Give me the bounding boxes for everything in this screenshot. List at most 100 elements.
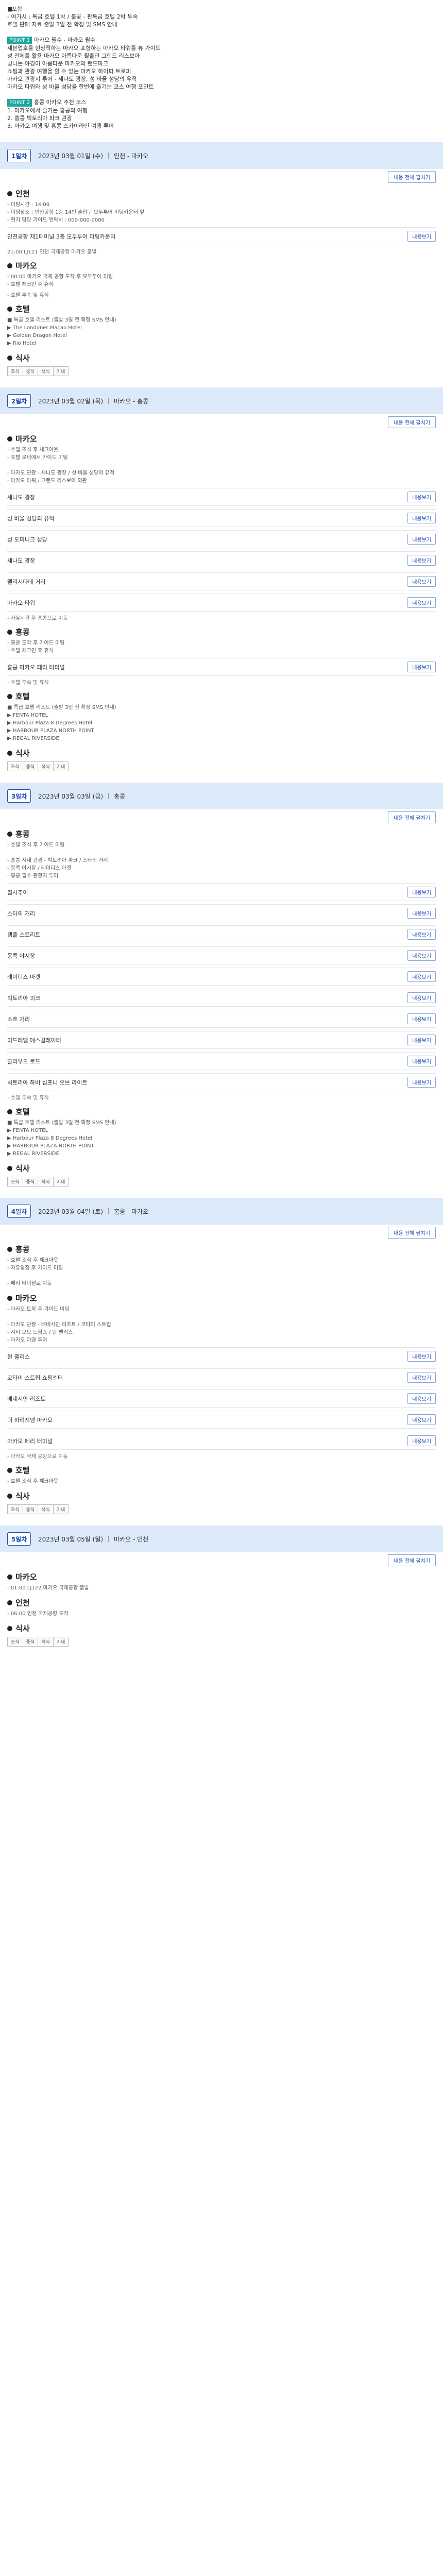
- expand-all-button[interactable]: 내용 전체 펼치기: [388, 1227, 436, 1239]
- section-info: - 호텔 조식 후 체크아웃 - 호텔 로비에서 가이드 미팅 - 마카오 관광 …: [7, 446, 436, 485]
- place-label: 마카오 타워: [7, 599, 36, 606]
- meal-tag: 석식: [38, 1637, 54, 1647]
- place-label: 성 도미니크 성당: [7, 536, 47, 543]
- meal-tag: 중식: [22, 1504, 39, 1514]
- section-note: - 호텔 투숙 및 휴식: [7, 680, 49, 686]
- detail-button[interactable]: 내용보기: [407, 1393, 436, 1404]
- place-label: 소호 거리: [7, 1015, 30, 1023]
- expand-all-button[interactable]: 내용 전체 펼치기: [388, 171, 436, 183]
- detail-button[interactable]: 내용보기: [407, 929, 436, 940]
- schedule-section: 홍콩 - 홍콩 도착 후 가이드 미팅 - 호텔 체크인 후 휴식 홍콩 마카오 페리…: [0, 626, 443, 686]
- info-line: - 마카오 도착 후 가이드 미팅: [7, 1307, 70, 1312]
- meal-tag: 중식: [22, 1177, 39, 1187]
- info-line: - 미팅장소 : 인천공항 1층 14번 출입구 모두투어 미팅카운터 앞: [7, 210, 145, 215]
- detail-button[interactable]: 내용보기: [407, 513, 436, 523]
- detail-button[interactable]: 내용보기: [407, 1414, 436, 1425]
- section-note: - 마카오 국제 공항으로 이동: [7, 1454, 68, 1460]
- day-date: 2023년 03월 01일 (수): [38, 152, 104, 160]
- schedule-section: 식사 조식 중식 석식 기내: [0, 1163, 443, 1187]
- place-row: 더 파리지앵 마카오 내용보기: [7, 1411, 436, 1429]
- detail-button[interactable]: 내용보기: [407, 597, 436, 608]
- day-route: 홍콩 - 마카오: [114, 1208, 149, 1215]
- meal-tag: 조식: [7, 1504, 23, 1514]
- detail-button[interactable]: 내용보기: [407, 1077, 436, 1088]
- detail-button[interactable]: 내용보기: [407, 1035, 436, 1045]
- section-title-text: 홍콩: [15, 829, 30, 839]
- meal-tag: 중식: [22, 366, 39, 376]
- expand-all-button[interactable]: 내용 전체 펼치기: [388, 811, 436, 823]
- detail-button[interactable]: 내용보기: [407, 1435, 436, 1446]
- schedule-section: 홍콩 - 호텔 조식 후 가이드 미팅 - 홍콩 시내 관광 - 빅토리아 파크 …: [0, 828, 443, 1101]
- divider: [108, 1208, 109, 1214]
- info-line: ▶ REGAL RIVERSIDE: [7, 736, 59, 741]
- expand-all-button[interactable]: 내용 전체 펼치기: [388, 416, 436, 428]
- detail-button[interactable]: 내용보기: [407, 1056, 436, 1066]
- info-line: ▶ Rio Hotel: [7, 341, 37, 346]
- meal-tags: 조식 중식 석식 기내: [7, 761, 436, 771]
- place-label: 할리우드 로드: [7, 1058, 41, 1065]
- intro-line: ■포함: [7, 5, 436, 13]
- schedule-section: 인천 - 미팅시간 : 14:00 - 미팅장소 : 인천공항 1층 14번 출입구…: [0, 188, 443, 255]
- place-row: 홍콩 마카오 페리 터미널 내용보기: [7, 658, 436, 676]
- day-route: 인천 - 마카오: [114, 152, 149, 160]
- day-block: 2일차 2023년 03월 02일 (목) 마카오 - 홍콩 내용 전체 펼치기 마카오…: [0, 387, 443, 775]
- info-line: - 마카오 관광 - 세나도 광장 / 성 바울 성당의 유적: [7, 470, 114, 476]
- info-line: - 호텔 로비에서 가이드 미팅: [7, 455, 68, 461]
- info-line: - 홍콩 시내 관광 - 빅토리아 파크 / 스타의 거리: [7, 858, 108, 863]
- detail-button[interactable]: 내용보기: [407, 231, 436, 242]
- detail-button[interactable]: 내용보기: [407, 1372, 436, 1383]
- place-row: 소호 거리 내용보기: [7, 1010, 436, 1028]
- meal-tag: 기내: [53, 761, 69, 771]
- meal-tag: 중식: [22, 1637, 39, 1647]
- intro-text: 세븐업호를 현상적하는 마카오 포함하는 마카오 타워를 뷰 가이드: [7, 45, 161, 52]
- detail-button[interactable]: 내용보기: [407, 971, 436, 982]
- place-row: 코타이 스트립 쇼핑센터 내용보기: [7, 1368, 436, 1386]
- detail-button[interactable]: 내용보기: [407, 576, 436, 587]
- detail-button[interactable]: 내용보기: [407, 1013, 436, 1024]
- section-title-text: 호텔: [15, 1107, 30, 1116]
- day-date: 2023년 03월 05일 (일): [38, 1535, 104, 1543]
- location-pin-icon: [7, 1600, 12, 1605]
- place-row: 베네시안 리조트 내용보기: [7, 1389, 436, 1408]
- place-label: 코타이 스트립 쇼핑센터: [7, 1374, 63, 1381]
- detail-button[interactable]: 내용보기: [407, 1351, 436, 1362]
- section-title: 호텔: [7, 1465, 436, 1476]
- detail-button[interactable]: 내용보기: [407, 662, 436, 672]
- point-badge: POINT 2: [7, 99, 32, 107]
- section-title: 마카오: [7, 260, 436, 271]
- meal-tags: 조식 중식 석식 기내: [7, 1637, 436, 1647]
- intro-text: 마카오 타워와 성 바울 성당을 한번에 즐기는 코스 여행 포인트: [7, 83, 154, 90]
- section-info: - 마카오 도착 후 가이드 미팅 - 마카오 관광 - 베네시안 리조트 / …: [7, 1306, 436, 1344]
- info-line: - 호텔 조식 후 가이드 미팅: [7, 842, 65, 848]
- place-label: 미드레벨 에스컬레이터: [7, 1037, 61, 1044]
- detail-button[interactable]: 내용보기: [407, 950, 436, 961]
- intro-text: 3. 마카오 여행 및 홍콩 스카이라인 여행 투어: [7, 123, 114, 129]
- section-title: 마카오: [7, 433, 436, 444]
- place-label: 홍콩 마카오 페리 터미널: [7, 664, 65, 671]
- intro-line: 마카오 타워와 성 바울 성당을 한번에 즐기는 코스 여행 포인트: [7, 83, 436, 91]
- section-title: 인천: [7, 1597, 436, 1608]
- intro-line: POINT 2 홍콩 마카오 추천 코스: [7, 98, 436, 107]
- location-pin-icon: [7, 1467, 12, 1473]
- place-row: 윈 팰리스 내용보기: [7, 1347, 436, 1365]
- info-line: - 미팅시간 : 14:00: [7, 202, 50, 208]
- detail-button[interactable]: 내용보기: [407, 534, 436, 545]
- detail-button[interactable]: 내용보기: [407, 492, 436, 502]
- schedule-section: 마카오 - 01:00 LJ122 마카오 국제공항 출발: [0, 1571, 443, 1592]
- detail-button[interactable]: 내용보기: [407, 908, 436, 919]
- location-pin-icon: [7, 263, 12, 268]
- intro-line: - 여가시 : 특급 호텔 1박 / 불꽃 - 판특급 호텔 2박 투숙: [7, 13, 436, 21]
- place-label: 펠리시다데 거리: [7, 578, 46, 585]
- info-line: ▶ REGAL RIVERSIDE: [7, 1151, 59, 1157]
- detail-button[interactable]: 내용보기: [407, 887, 436, 897]
- detail-button[interactable]: 내용보기: [407, 992, 436, 1003]
- detail-button[interactable]: 내용보기: [407, 555, 436, 566]
- bullet-icon: ■: [7, 6, 13, 12]
- expand-all-button[interactable]: 내용 전체 펼치기: [388, 1554, 436, 1566]
- intro-line: 성 전체를 활용 마카오 아름다운 월출인 그랜드 리스보아: [7, 52, 436, 60]
- place-label: 몽콕 야시장: [7, 952, 36, 959]
- section-info: ■ 특급 호텔 리스트 (출발 3일 전 확정 SMS 안내) ▶ FENTA H…: [7, 704, 436, 742]
- meal-tags: 조식 중식 석식 기내: [7, 1177, 436, 1187]
- schedule-section: 식사 조식 중식 석식 기내: [0, 748, 443, 771]
